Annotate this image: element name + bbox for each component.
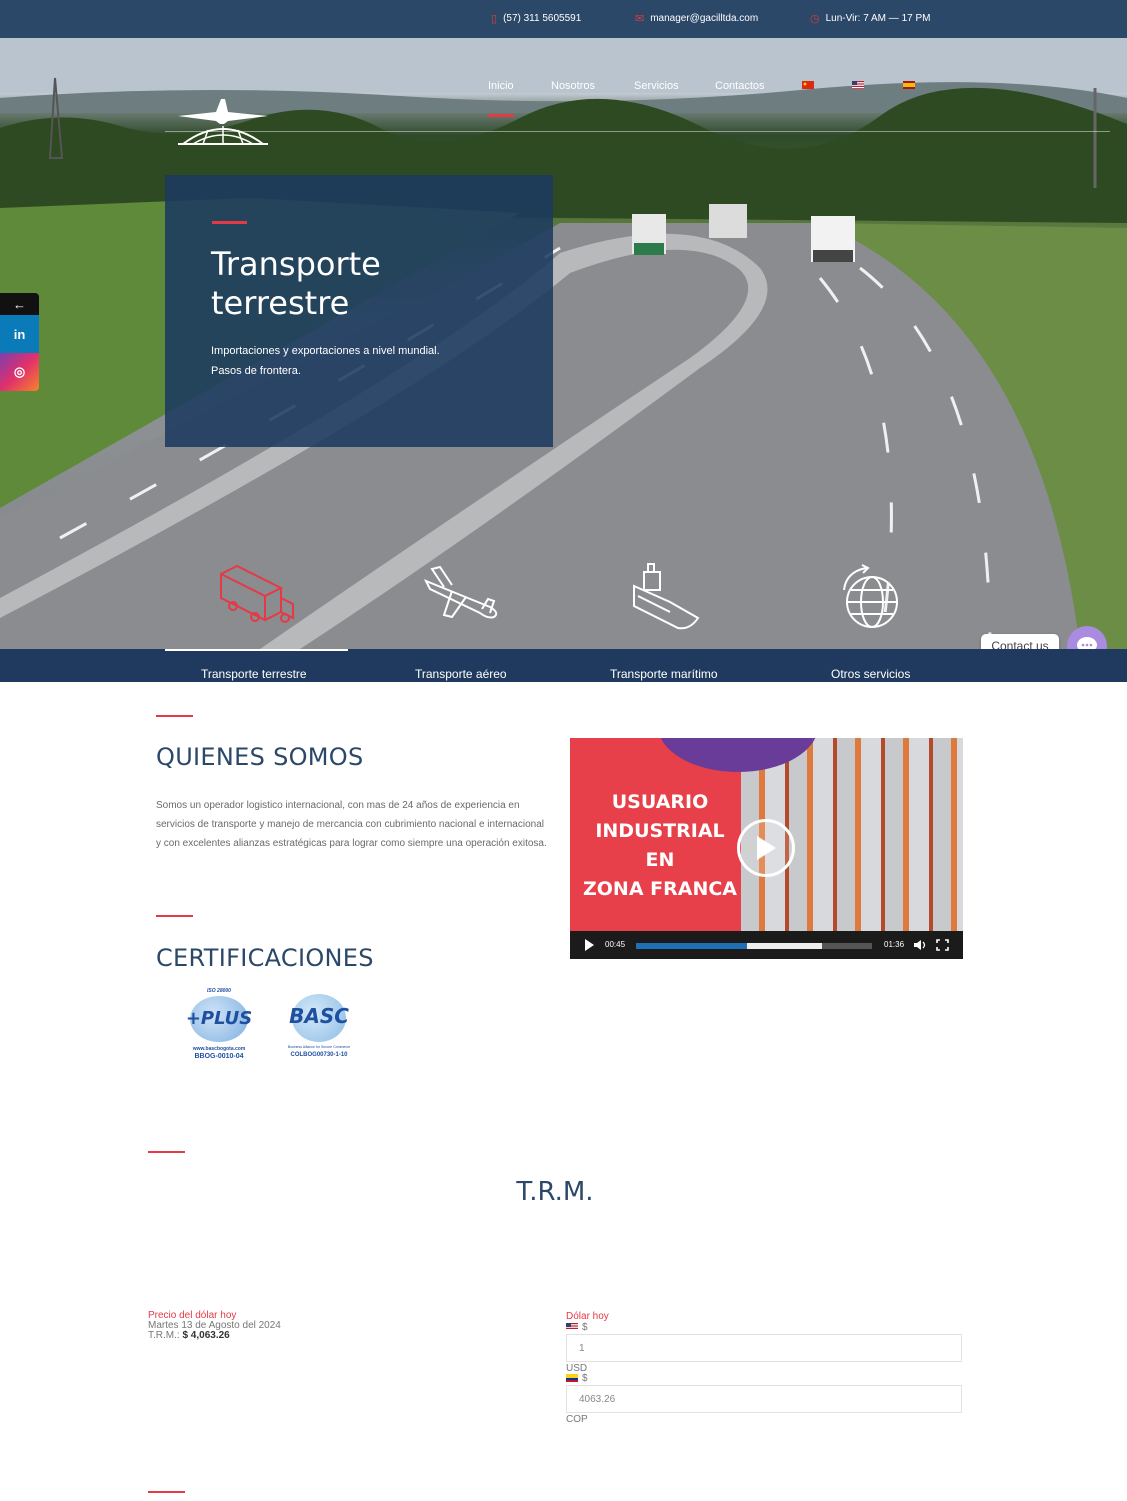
fullscreen-icon[interactable] [936,939,949,951]
usd-symbol: $ [582,1321,588,1333]
hours-text: Lun-Vir: 7 AM — 17 PM [825,13,931,24]
hero-card: Transporte terrestre Importaciones y exp… [165,175,553,447]
colombia-flag-icon [566,1374,578,1382]
video-progress-bar [636,943,747,949]
nav-active-indicator [488,114,514,117]
chat-bubble-icon [1077,637,1097,649]
video-controls: 00:45 01:36 [570,931,963,959]
cop-code: COP [566,1414,588,1425]
email-info[interactable]: ✉ manager@gacilltda.com [635,12,758,25]
video-progress-track[interactable] [636,943,872,949]
trm-value-row: T.R.M.: $ 4,063.26 [148,1331,281,1341]
about-accent-line [156,715,193,717]
linkedin-icon: in [13,326,26,342]
cert2-code: COLBOG00730-1-10 [290,1052,348,1058]
cop-symbol-row: $ [566,1372,962,1384]
ship-icon[interactable] [630,562,702,632]
certs-accent-line [156,915,193,917]
tab-transporte-terrestre[interactable]: Transporte terrestre [201,667,307,681]
play-icon [757,836,776,860]
hero-accent-line [212,221,247,224]
nav-nosotros[interactable]: Nosotros [551,80,595,92]
linkedin-button[interactable]: in [0,315,39,353]
cert1-top-label: ISO 28000 [207,988,231,994]
video-line-2: INDUSTRIAL [595,820,725,842]
video-current-time: 00:45 [605,940,626,949]
phone-icon: ▯ [491,13,498,25]
trm-accent-line [148,1151,185,1153]
certs-title: CERTIFICACIONES [156,944,374,972]
trm-title: T.R.M. [516,1177,594,1207]
cert-plus-badge: ISO 28000 +PLUS www.bascbogota.com BBOG-… [180,988,258,1066]
video-line-1: USUARIO [611,791,709,813]
instagram-icon: ◎ [13,364,26,379]
hours-info: ◷ Lun-Vir: 7 AM — 17 PM [810,12,930,25]
cop-amount-input[interactable] [566,1385,962,1413]
mail-icon: ✉ [635,13,645,25]
arrow-left-icon: ← [13,296,26,312]
truck-icon[interactable] [215,560,297,632]
video-play-overlay-button[interactable] [737,819,795,877]
hero-line-1: Importaciones y exportaciones a nivel mu… [211,345,440,357]
nav-contactos[interactable]: Contactos [715,80,765,92]
phone-text: (57) 311 5605591 [503,13,582,24]
us-flag-icon [566,1323,578,1331]
cert2-name: BASC [289,1004,349,1028]
clock-icon: ◷ [810,13,820,25]
video-line-3: EN [645,849,675,871]
hero-description: Importaciones y exportaciones a nivel mu… [211,341,511,381]
services-tab-bar: Transporte terrestre Transporte aéreo Tr… [0,649,1127,682]
next-section-accent-line [148,1491,185,1493]
hero-title: Transporte terrestre [211,245,381,322]
video-line-4: ZONA FRANCA [582,878,737,900]
trm-price-widget: Precio del dólar hoy Martes 13 de Agosto… [148,1311,281,1341]
social-toggle-button[interactable]: ← [0,293,39,315]
currency-converter: Dólar hoy $ USD $ COP [566,1311,962,1425]
trm-value: $ 4,063.26 [182,1330,230,1341]
cert1-name: +PLUS [185,1008,253,1029]
hero-slider: Inicio Nosotros Servicios Contactos Tran… [0,38,1127,649]
cert1-code: BBOG-0010-04 [194,1053,244,1060]
nav-divider [165,131,1110,132]
volume-icon[interactable] [913,939,927,951]
contact-us-label[interactable]: Contact us [981,634,1059,649]
cop-symbol: $ [582,1372,588,1384]
us-flag-icon[interactable] [852,81,864,89]
tab-active-indicator [165,649,348,651]
tab-transporte-maritimo[interactable]: Transporte marítimo [610,667,718,681]
about-text: Somos un operador logistico internaciona… [156,800,547,849]
airplane-icon[interactable] [422,563,502,623]
tab-transporte-aereo[interactable]: Transporte aéreo [415,667,507,681]
instagram-button[interactable]: ◎ [0,353,39,391]
converter-header: Dólar hoy [566,1311,609,1322]
cert2-caption: Business Alliance for Secure Commerce [287,1045,351,1049]
cert-basc-badge: BASC Business Alliance for Secure Commer… [280,988,358,1066]
nav-inicio[interactable]: Inicio [488,80,514,92]
usd-amount-input[interactable] [566,1334,962,1362]
usd-code: USD [566,1363,588,1374]
about-title: QUIENES SOMOS [156,743,364,771]
top-info-bar: ▯ (57) 311 5605591 ✉ manager@gacilltda.c… [0,0,1127,38]
video-player[interactable]: USUARIO INDUSTRIAL EN ZONA FRANCA 00:45 … [570,738,963,959]
phone-info[interactable]: ▯ (57) 311 5605591 [491,12,581,25]
company-logo[interactable] [168,94,278,149]
chinese-flag-icon[interactable] [802,81,814,89]
video-duration: 01:36 [884,940,905,949]
nav-servicios[interactable]: Servicios [634,80,679,92]
cert1-url: www.bascbogota.com [192,1046,246,1052]
hero-line-2: Pasos de frontera. [211,365,301,377]
globe-icon[interactable] [838,564,904,630]
email-text: manager@gacilltda.com [650,13,759,24]
tab-otros-servicios[interactable]: Otros servicios [831,667,910,681]
play-small-icon[interactable] [584,939,594,951]
video-overlay-text: USUARIO INDUSTRIAL EN ZONA FRANCA [570,788,750,904]
trm-label: T.R.M.: [148,1330,180,1341]
spanish-flag-icon[interactable] [903,81,915,89]
usd-symbol-row: $ [566,1321,962,1333]
